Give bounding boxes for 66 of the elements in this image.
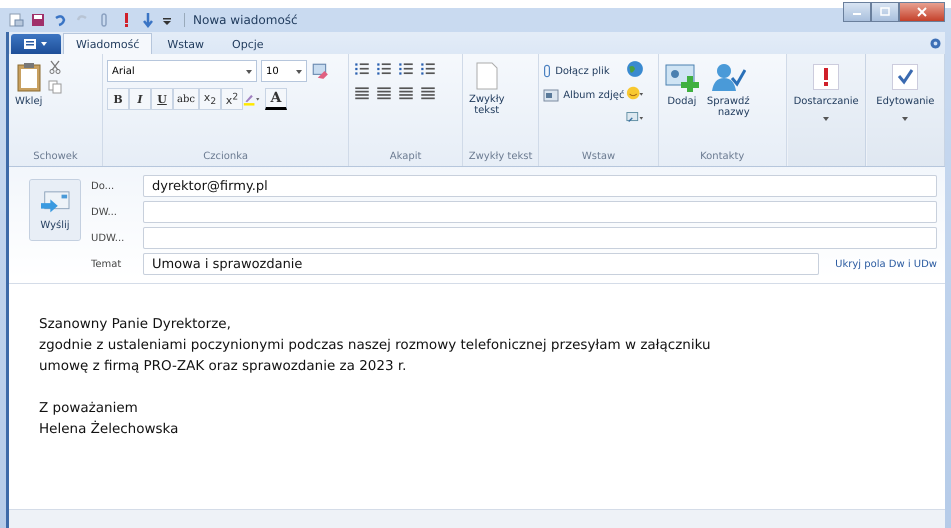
window-title: Nowa wiadomość [184, 13, 298, 27]
recipient-field[interactable] [143, 201, 937, 223]
clipboard-icon [16, 62, 41, 92]
paste-button[interactable]: Wklej [13, 60, 44, 109]
checkmark-icon [892, 64, 918, 90]
font-size-dropdown[interactable]: 10 [261, 60, 307, 82]
ribbon-tab[interactable]: Wstaw [154, 33, 218, 54]
recipient-label[interactable]: Do... [91, 180, 137, 192]
format-button[interactable]: B [107, 88, 129, 110]
photo-album-button[interactable]: Album zdjęć [543, 88, 624, 102]
maximize-icon [880, 7, 890, 17]
font-color-button[interactable]: A [264, 88, 287, 110]
paperclip-icon [543, 64, 552, 78]
minimize-button[interactable] [843, 2, 871, 22]
group-label: Wstaw [580, 151, 616, 164]
add-contact-button[interactable]: Dodaj [662, 60, 701, 109]
message-line: Helena Żelechowska [39, 420, 180, 439]
recipient-field[interactable]: dyrektor@firmy.pl [143, 175, 937, 197]
message-line: Szanowny Panie Dyrektorze, [39, 315, 232, 334]
group-label: Schowek [32, 151, 79, 164]
smiley-icon[interactable] [626, 84, 644, 102]
help-icon[interactable] [930, 38, 941, 49]
recipient-label[interactable]: DW... [91, 206, 137, 218]
exclamation-icon [813, 64, 840, 90]
maximize-button[interactable] [871, 2, 899, 22]
subject-label: Temat [91, 258, 122, 270]
close-button[interactable] [899, 2, 945, 22]
message-line: zgodnie z ustaleniami poczynionymi podczas naszej rozmowy telefonicznej przesyłam w załączniku [39, 336, 712, 355]
editing-button[interactable]: Edytowanie [866, 54, 945, 166]
format-button[interactable]: I [129, 88, 151, 110]
ribbon-tab[interactable]: Wiadomość [63, 33, 152, 54]
person-check-icon [710, 62, 746, 92]
group-label: Akapit [388, 151, 422, 164]
format-button[interactable]: x$_{2}$ [198, 88, 221, 110]
message-line: Z poważaniem [39, 399, 139, 418]
scissors-icon[interactable] [48, 60, 62, 74]
globe-icon[interactable] [626, 60, 644, 78]
send-button[interactable]: Wyślij [29, 179, 81, 241]
format-button[interactable]: U [151, 88, 173, 110]
attach-file-button[interactable]: Dołącz plik [543, 64, 624, 78]
app-icon[interactable] [8, 12, 24, 28]
contact-card-icon [664, 62, 699, 92]
plain-text-button[interactable]: Zwykły tekst [466, 60, 506, 118]
menu-button[interactable] [11, 34, 61, 54]
clear-formatting-icon[interactable] [311, 62, 329, 80]
delivery-button[interactable]: Dostarczanie [786, 54, 866, 166]
page-icon [476, 62, 498, 90]
message-line: umowę z firmą PRO-ZAK oraz sprawozdanie za 2023 r. [39, 357, 408, 376]
font-family-dropdown[interactable]: Arial [107, 60, 257, 82]
recipient-label[interactable]: UDW... [91, 232, 137, 244]
down-arrow-icon[interactable] [140, 12, 156, 28]
photo-icon [543, 88, 560, 102]
check-names-button[interactable]: Sprawdź nazwy [704, 60, 752, 120]
ribbon-tab[interactable]: Opcje [219, 33, 277, 54]
close-icon [917, 7, 927, 17]
format-button[interactable]: x$^{2}$ [220, 88, 243, 110]
group-label: Kontakty [699, 151, 746, 164]
recipient-field[interactable] [143, 227, 937, 249]
subject-field[interactable]: Umowa i sprawozdanie [143, 253, 820, 275]
hide-fields-link[interactable]: Ukryj pola Dw i UDw [835, 258, 937, 270]
save-icon[interactable] [30, 12, 46, 28]
copy-icon[interactable] [48, 80, 62, 94]
menu-icon [23, 38, 49, 50]
group-label: Czcionka [202, 151, 249, 164]
format-button[interactable]: abc [173, 88, 199, 110]
group-label: Zwykły tekst [468, 151, 534, 164]
